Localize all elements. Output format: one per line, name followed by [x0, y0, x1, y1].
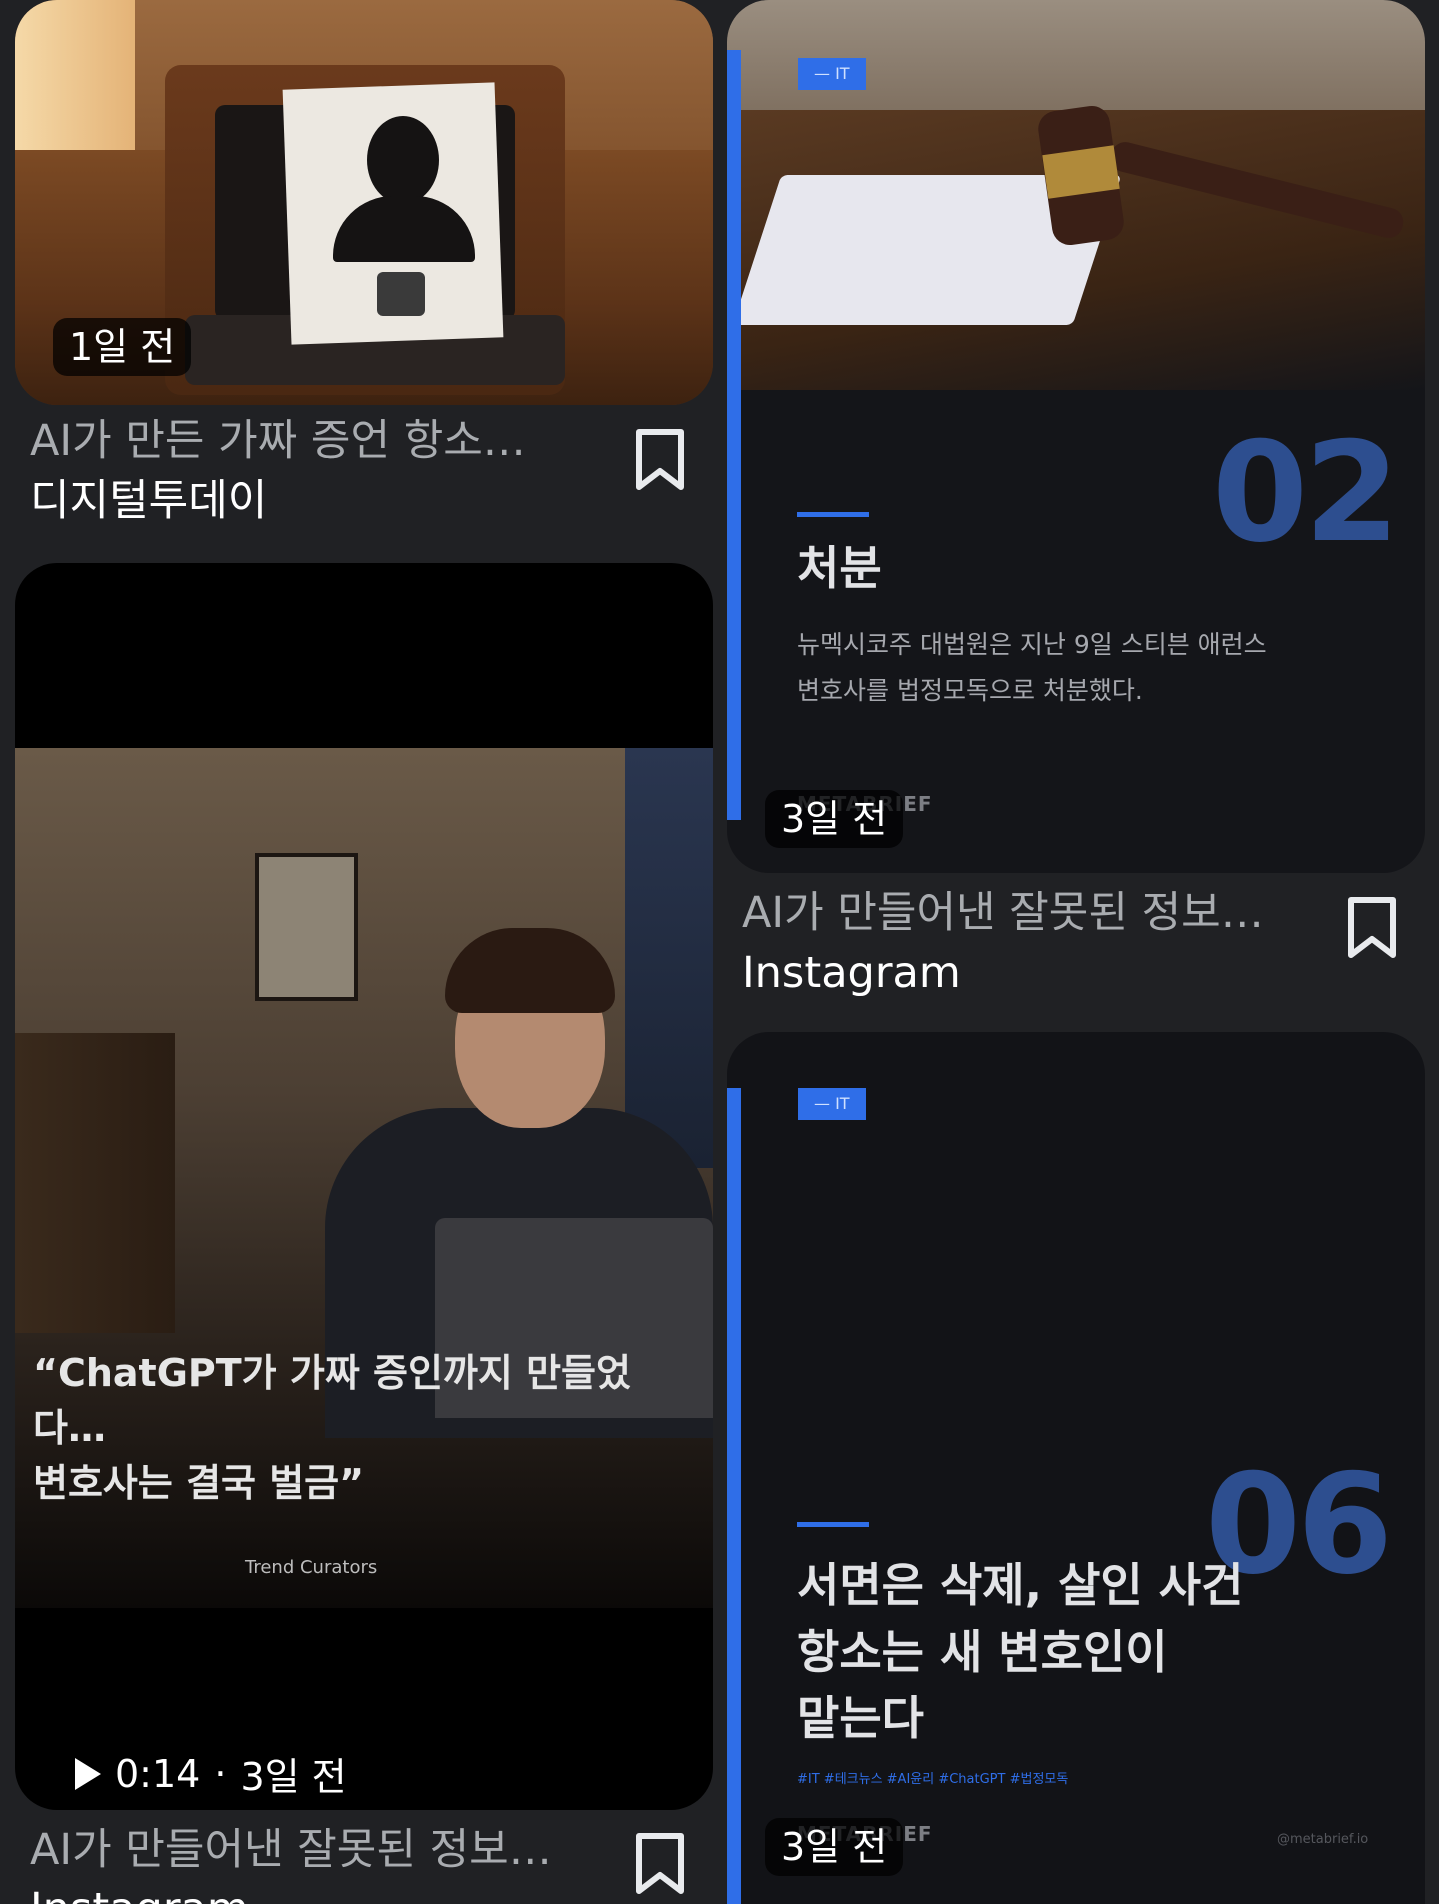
- feed-grid: 1일 전 AI가 만든 가짜 증언 항소… 디지털투데이 — IT 02 처분 …: [0, 0, 1439, 1904]
- card-3-source: Instagram: [30, 1885, 249, 1904]
- ai-chip-illustration: [377, 272, 425, 316]
- quote-line-2: 변호사는 결국 벌금”: [33, 1461, 365, 1506]
- heading-rule: [797, 1522, 869, 1527]
- heading-line-1: 서면은 삭제, 살인 사건: [797, 1558, 1244, 1612]
- card-3-video-thumbnail[interactable]: “ChatGPT가 가짜 증인까지 만들었다… 변호사는 결국 벌금” Tren…: [15, 563, 713, 1810]
- hashtags: #IT #테크뉴스 #AI윤리 #ChatGPT #법정모독: [797, 1772, 1069, 1787]
- video-meta: 0:14 · 3일 전: [75, 1746, 347, 1801]
- video-caption: “ChatGPT가 가짜 증인까지 만들었다… 변호사는 결국 벌금”: [33, 1346, 703, 1511]
- bookmark-icon[interactable]: [1346, 896, 1398, 960]
- category-tag: — IT: [798, 1088, 866, 1120]
- silhouette-head: [367, 116, 439, 204]
- time-badge: 3일 전: [765, 790, 904, 848]
- slide-body-line-2: 변호사를 법정모독으로 처분했다.: [797, 676, 1143, 705]
- category-tag: — IT: [798, 58, 866, 90]
- wall-frame-illustration: [255, 853, 358, 1001]
- video-age: 3일 전: [240, 1755, 347, 1799]
- window-illustration: [15, 0, 135, 160]
- quote-line-1: “ChatGPT가 가짜 증인까지 만들었다…: [33, 1351, 631, 1451]
- bookmark-icon[interactable]: [634, 428, 686, 492]
- card-2-thumbnail[interactable]: — IT 02 처분 뉴멕시코주 대법원은 지난 9일 스티븐 애런스 변호사를…: [727, 0, 1425, 873]
- slide-heading: 서면은 삭제, 살인 사건 항소는 새 변호인이 맡는다: [797, 1552, 1243, 1752]
- bookmark-icon[interactable]: [634, 1832, 686, 1896]
- slide-number: 02: [1212, 412, 1400, 573]
- heading-rule: [797, 512, 869, 517]
- heading-line-3: 맡는다: [797, 1691, 924, 1746]
- play-icon: [75, 1757, 101, 1790]
- time-badge: 3일 전: [765, 1818, 904, 1876]
- accent-bar: [727, 50, 741, 820]
- slide-body-line-1: 뉴멕시코주 대법원은 지난 9일 스티븐 애런스: [797, 630, 1267, 659]
- bookshelf-illustration: [15, 1033, 175, 1333]
- video-duration: 0:14: [115, 1751, 201, 1796]
- heading-line-2: 항소는 새 변호인이: [797, 1624, 1168, 1679]
- card-2-source: Instagram: [742, 948, 961, 998]
- handle-text: @metabrief.io: [1277, 1832, 1369, 1847]
- time-badge: 1일 전: [53, 318, 192, 376]
- credit-text: Trend Curators: [245, 1557, 378, 1578]
- card-1-title[interactable]: AI가 만든 가짜 증언 항소…: [30, 418, 570, 465]
- slide-heading: 처분: [797, 541, 882, 595]
- card-3-title[interactable]: AI가 만들어낸 잘못된 정보…: [30, 1827, 590, 1874]
- card-1-source: 디지털투데이: [30, 476, 268, 526]
- meta-separator: ·: [214, 1751, 227, 1796]
- card-1-thumbnail[interactable]: 1일 전: [15, 0, 713, 405]
- card-4-thumbnail[interactable]: — IT 06 서면은 삭제, 살인 사건 항소는 새 변호인이 맡는다 #IT…: [727, 1032, 1425, 1904]
- accent-bar: [727, 1088, 741, 1904]
- window-illustration: [625, 748, 713, 1168]
- card-2-title[interactable]: AI가 만들어낸 잘못된 정보…: [742, 890, 1302, 937]
